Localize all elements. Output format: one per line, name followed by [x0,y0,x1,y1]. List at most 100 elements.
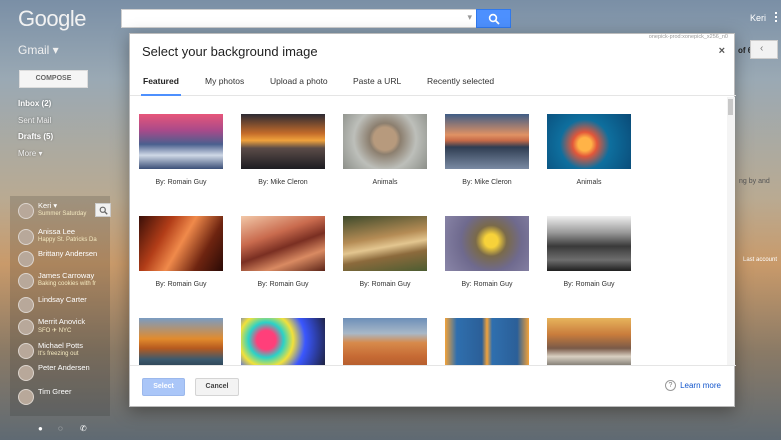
thumbnail-caption: By: Mike Cleron [258,179,308,186]
chat-contact-name: Anissa Lee [38,227,76,236]
background-thumbnail[interactable]: By: Romain Guy [343,216,427,288]
background-text: ng by and [739,178,770,185]
tab-my-photos[interactable]: My photos [205,76,244,86]
chat-contact-status: SFO ✈ NYC [38,328,72,334]
search-input[interactable]: ▾ [121,9,477,28]
avatar [18,273,34,289]
apps-menu-icon[interactable] [775,12,778,24]
thumbnail-caption: By: Romain Guy [461,281,513,288]
search-button[interactable] [476,9,511,28]
chat-contact-name: Keri ▾ [38,201,58,210]
search-options-icon[interactable]: ▾ [467,12,472,23]
chat-contact-name: Peter Andersen [38,363,90,372]
thumbnail-caption: By: Mike Cleron [462,179,512,186]
thumbnail-image [139,216,223,271]
background-thumbnail[interactable]: By: Mike Cleron [241,114,325,186]
thumbnail-caption: By: Romain Guy [359,281,411,288]
avatar [18,297,34,313]
tab-upload-photo[interactable]: Upload a photo [270,76,328,86]
thumbnail-caption: Animals [372,179,398,186]
thumbnail-caption: By: Romain Guy [257,281,309,288]
chat-contact[interactable]: Peter Andersen [16,362,111,384]
tab-bar: Featured My photos Upload a photo Paste … [130,72,736,96]
chat-contact-status: Baking cookies with fr [38,281,97,287]
help-icon[interactable]: ? [665,380,676,391]
chat-contact[interactable]: Lindsay Carter [16,294,111,316]
tab-paste-url[interactable]: Paste a URL [353,76,401,86]
active-tab-indicator [141,94,181,96]
chat-contact[interactable]: Anissa Lee Happy St. Patricks Da [16,226,111,248]
avatar [18,389,34,405]
user-name[interactable]: Keri [750,13,766,23]
chat-contact[interactable]: Brittany Andersen [16,248,111,270]
thumbnail-image [445,114,529,169]
thumbnail-caption: By: Romain Guy [563,281,615,288]
older-button[interactable]: ‹ [750,40,778,59]
chat-contact-name: Lindsay Carter [38,295,87,304]
thumbnail-image [139,318,223,365]
hangouts-icon[interactable]: ◌ [58,424,63,433]
chat-contact-status: It's freezing out [38,351,79,357]
chevron-left-icon: ‹ [760,43,764,54]
avatar [18,251,34,267]
close-icon[interactable]: × [719,45,725,57]
chat-contact-status: Happy St. Patricks Da [38,237,97,243]
google-logo: Google [18,6,86,31]
thumbnail-image [547,216,631,271]
chat-contact[interactable]: James Carroway Baking cookies with fr [16,270,111,292]
phone-icon[interactable]: ✆ [80,424,87,433]
background-thumbnail[interactable]: By: Romain Guy [445,216,529,288]
background-thumbnail[interactable]: Animals [343,114,427,186]
thumbnail-image [445,318,529,365]
background-thumbnail[interactable]: By: Romain Guy [547,216,631,288]
search-icon [488,13,500,25]
background-thumbnail[interactable] [547,318,631,365]
gmail-menu-label[interactable]: Gmail ▾ [18,43,59,57]
avatar [18,343,34,359]
background-thumbnail[interactable] [241,318,325,365]
scrollbar-thumb[interactable] [728,99,733,115]
background-text: Last account [743,257,778,263]
chat-contact[interactable]: Tim Greer [16,386,111,408]
image-grid: By: Romain Guy By: Mike Cleron Animals By: … [130,97,727,365]
chat-contact-name: Tim Greer [38,387,72,396]
background-thumbnail[interactable]: By: Romain Guy [139,216,223,288]
nav-item[interactable]: Drafts (5) [18,129,53,146]
chat-contact-name: Brittany Andersen [38,249,98,258]
chat-contact[interactable]: Michael Potts It's freezing out [16,340,111,362]
background-thumbnail[interactable] [343,318,427,365]
search-icon [99,206,108,215]
background-thumbnail[interactable]: By: Romain Guy [241,216,325,288]
chat-search-button[interactable] [95,203,111,217]
tab-recently-selected[interactable]: Recently selected [427,76,494,86]
chat-contact[interactable]: Merrit Anovick SFO ✈ NYC [16,316,111,338]
avatar [18,319,34,335]
thumbnail-image [241,216,325,271]
compose-button[interactable]: COMPOSE [19,70,88,88]
chat-contact-name: James Carroway [38,271,95,280]
thumbnail-image [241,114,325,169]
chat-footer: ● ◌ ✆ [36,424,96,436]
nav-item[interactable]: Inbox (2) [18,96,53,113]
nav-item[interactable]: Sent Mail [18,113,53,130]
avatar [18,229,34,245]
background-thumbnail[interactable]: By: Romain Guy [139,114,223,186]
background-thumbnail[interactable]: By: Mike Cleron [445,114,529,186]
background-thumbnail[interactable] [139,318,223,365]
person-icon[interactable]: ● [38,424,43,433]
chat-contact-name: Michael Potts [38,341,84,350]
background-thumbnail[interactable] [445,318,529,365]
select-button[interactable]: Select [142,378,185,396]
background-picker-dialog: onepick-prod:xonepick_x256_n0 Select you… [129,33,736,407]
background-thumbnail[interactable]: Animals [547,114,631,186]
scrollbar[interactable] [727,97,735,365]
chat-contact-name: Merrit Anovick [38,317,86,326]
nav-item[interactable]: More ▾ [18,146,53,163]
learn-more-link[interactable]: Learn more [680,381,721,390]
thumbnail-caption: Animals [576,179,602,186]
thumbnail-image [343,114,427,169]
thumbnail-image [547,318,631,365]
avatar [18,365,34,381]
cancel-button[interactable]: Cancel [195,378,239,396]
tab-featured[interactable]: Featured [143,76,179,86]
